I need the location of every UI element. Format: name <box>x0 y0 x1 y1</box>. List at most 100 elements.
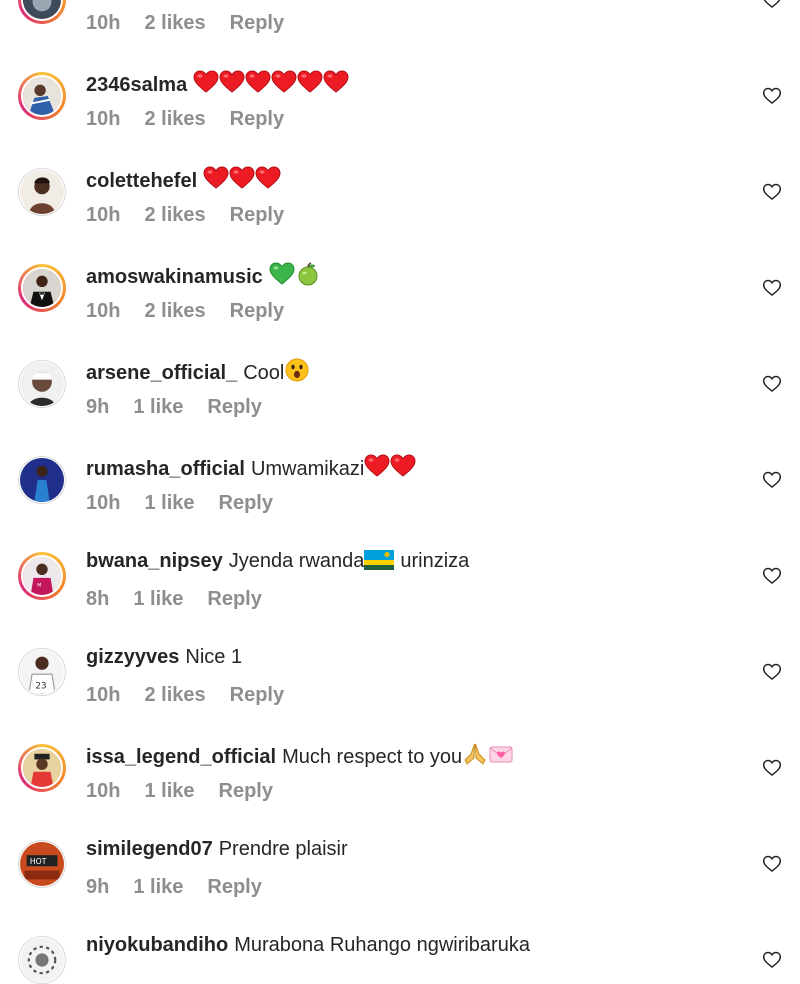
red-heart-icon <box>297 70 323 100</box>
comment-item: 2346salma 10h 2 likes Reply <box>0 22 800 130</box>
avatar[interactable] <box>18 72 66 120</box>
comment-text: Umwamikazi <box>250 458 365 480</box>
red-heart-icon <box>219 70 245 100</box>
comment-item: niyokubandiho Murabona Ruhango ngwiribaru… <box>0 886 800 984</box>
avatar-image <box>21 267 63 309</box>
comment-line: niyokubandiho Murabona Ruhango ngwiribaru… <box>86 934 530 957</box>
comment-item: colettehefel 10h 2 likes Reply <box>0 118 800 226</box>
emoji-group <box>284 358 310 388</box>
username-link[interactable]: issa_legend_official <box>86 746 276 768</box>
comment-line: bwana_nipsey Jyenda rwanda urinziza <box>86 550 469 576</box>
avatar-image: 23 <box>20 650 64 694</box>
comment-line: issa_legend_official Much respect to you <box>86 742 514 772</box>
red-heart-icon <box>245 70 271 100</box>
username-link[interactable]: arsene_official_ <box>86 362 237 384</box>
green-apple-icon <box>295 262 321 292</box>
comment-text-after: urinziza <box>400 550 470 572</box>
comment-line: gizzyyves Nice 1 <box>86 646 242 669</box>
red-heart-icon <box>271 70 297 100</box>
comment-item: HOT similegend07 Prendre plaisir 9h 1 like Re… <box>0 790 800 898</box>
username-link[interactable]: rumasha_official <box>86 458 245 480</box>
emoji-group <box>462 742 514 772</box>
red-heart-icon <box>255 166 281 196</box>
red-heart-icon <box>390 454 416 484</box>
like-heart-icon[interactable] <box>762 0 782 10</box>
emoji-group <box>269 262 321 292</box>
avatar[interactable] <box>18 936 66 984</box>
username-link[interactable]: colettehefel <box>86 170 197 192</box>
like-heart-icon[interactable] <box>762 182 782 202</box>
like-heart-icon[interactable] <box>762 854 782 874</box>
green-heart-icon <box>269 262 295 292</box>
like-heart-icon[interactable] <box>762 374 782 394</box>
like-heart-icon[interactable] <box>762 758 782 778</box>
comment-item: 23 gizzyyves Nice 1 10h 2 likes Reply <box>0 598 800 706</box>
comment-item: rumasha_official Umwamikazi 10h 1 like Reply <box>0 406 800 514</box>
username-link[interactable]: gizzyyves <box>86 646 179 668</box>
red-heart-icon <box>203 166 229 196</box>
avatar[interactable] <box>18 456 66 504</box>
comment-line: rumasha_official Umwamikazi <box>86 454 416 484</box>
like-heart-icon[interactable] <box>762 470 782 490</box>
avatar[interactable]: HOT <box>18 840 66 888</box>
comment-text: Prendre plaisir <box>218 838 348 860</box>
comment-line: similegend07 Prendre plaisir <box>86 838 348 861</box>
avatar[interactable] <box>18 264 66 312</box>
avatar[interactable] <box>18 168 66 216</box>
red-heart-icon <box>323 70 349 100</box>
username-link[interactable]: similegend07 <box>86 838 213 860</box>
comment-item: issa_legend_official Much respect to you 1… <box>0 694 800 802</box>
like-heart-icon[interactable] <box>762 566 782 586</box>
comment-line: 2346salma <box>86 70 349 100</box>
comment-line: amoswakinamusic <box>86 262 321 292</box>
avatar[interactable]: M <box>18 552 66 600</box>
comment-text: Cool <box>243 362 285 384</box>
comment-line: colettehefel <box>86 166 281 196</box>
red-heart-icon <box>364 454 390 484</box>
avatar[interactable] <box>18 744 66 792</box>
username-link[interactable]: niyokubandiho <box>86 934 228 956</box>
comment-text: Much respect to you <box>282 746 463 768</box>
avatar-image <box>21 747 63 789</box>
avatar-image <box>21 75 63 117</box>
avatar[interactable] <box>18 360 66 408</box>
comments-list: 10h 2 likes Reply 2346salma 10h 2 likes Reply c… <box>0 0 800 984</box>
folded-hands-icon <box>462 742 488 772</box>
like-heart-icon[interactable] <box>762 86 782 106</box>
red-heart-icon <box>193 70 219 100</box>
comment-text: Murabona Ruhango ngwiribaruka <box>234 934 530 956</box>
emoji-group <box>203 166 281 196</box>
svg-text:M: M <box>37 582 41 588</box>
avatar-image: HOT <box>20 842 64 886</box>
emoji-group <box>364 550 395 576</box>
emoji-group <box>193 70 349 100</box>
love-letter-icon <box>488 742 514 772</box>
emoji-group <box>364 454 416 484</box>
svg-text:HOT: HOT <box>30 857 47 866</box>
username-link[interactable]: 2346salma <box>86 74 187 96</box>
avatar-image <box>21 0 63 21</box>
red-heart-icon <box>229 166 255 196</box>
comment-item: amoswakinamusic 10h 2 likes Reply <box>0 214 800 322</box>
comment-text: Nice 1 <box>185 646 243 668</box>
username-link[interactable]: amoswakinamusic <box>86 266 263 288</box>
like-heart-icon[interactable] <box>762 662 782 682</box>
avatar-image: M <box>21 555 63 597</box>
comment-item: arsene_official_ Cool 9h 1 like Reply <box>0 310 800 418</box>
comment-item: Mbwana_nipsey Jyenda rwanda urinziza 8h 1 li… <box>0 502 800 610</box>
avatar-image <box>20 170 64 214</box>
like-heart-icon[interactable] <box>762 950 782 970</box>
astonished-face-icon <box>284 358 310 388</box>
avatar[interactable]: 23 <box>18 648 66 696</box>
comment-text: Jyenda rwanda <box>228 550 365 572</box>
avatar-image <box>20 938 64 982</box>
avatar-image <box>20 362 64 406</box>
like-heart-icon[interactable] <box>762 278 782 298</box>
username-link[interactable]: bwana_nipsey <box>86 550 223 572</box>
avatar[interactable] <box>18 0 66 24</box>
comment-item: 10h 2 likes Reply <box>0 0 800 34</box>
avatar-image <box>20 458 64 502</box>
comment-line: arsene_official_ Cool <box>86 358 310 388</box>
svg-text:23: 23 <box>35 682 46 692</box>
rwanda-flag-icon <box>364 550 395 576</box>
